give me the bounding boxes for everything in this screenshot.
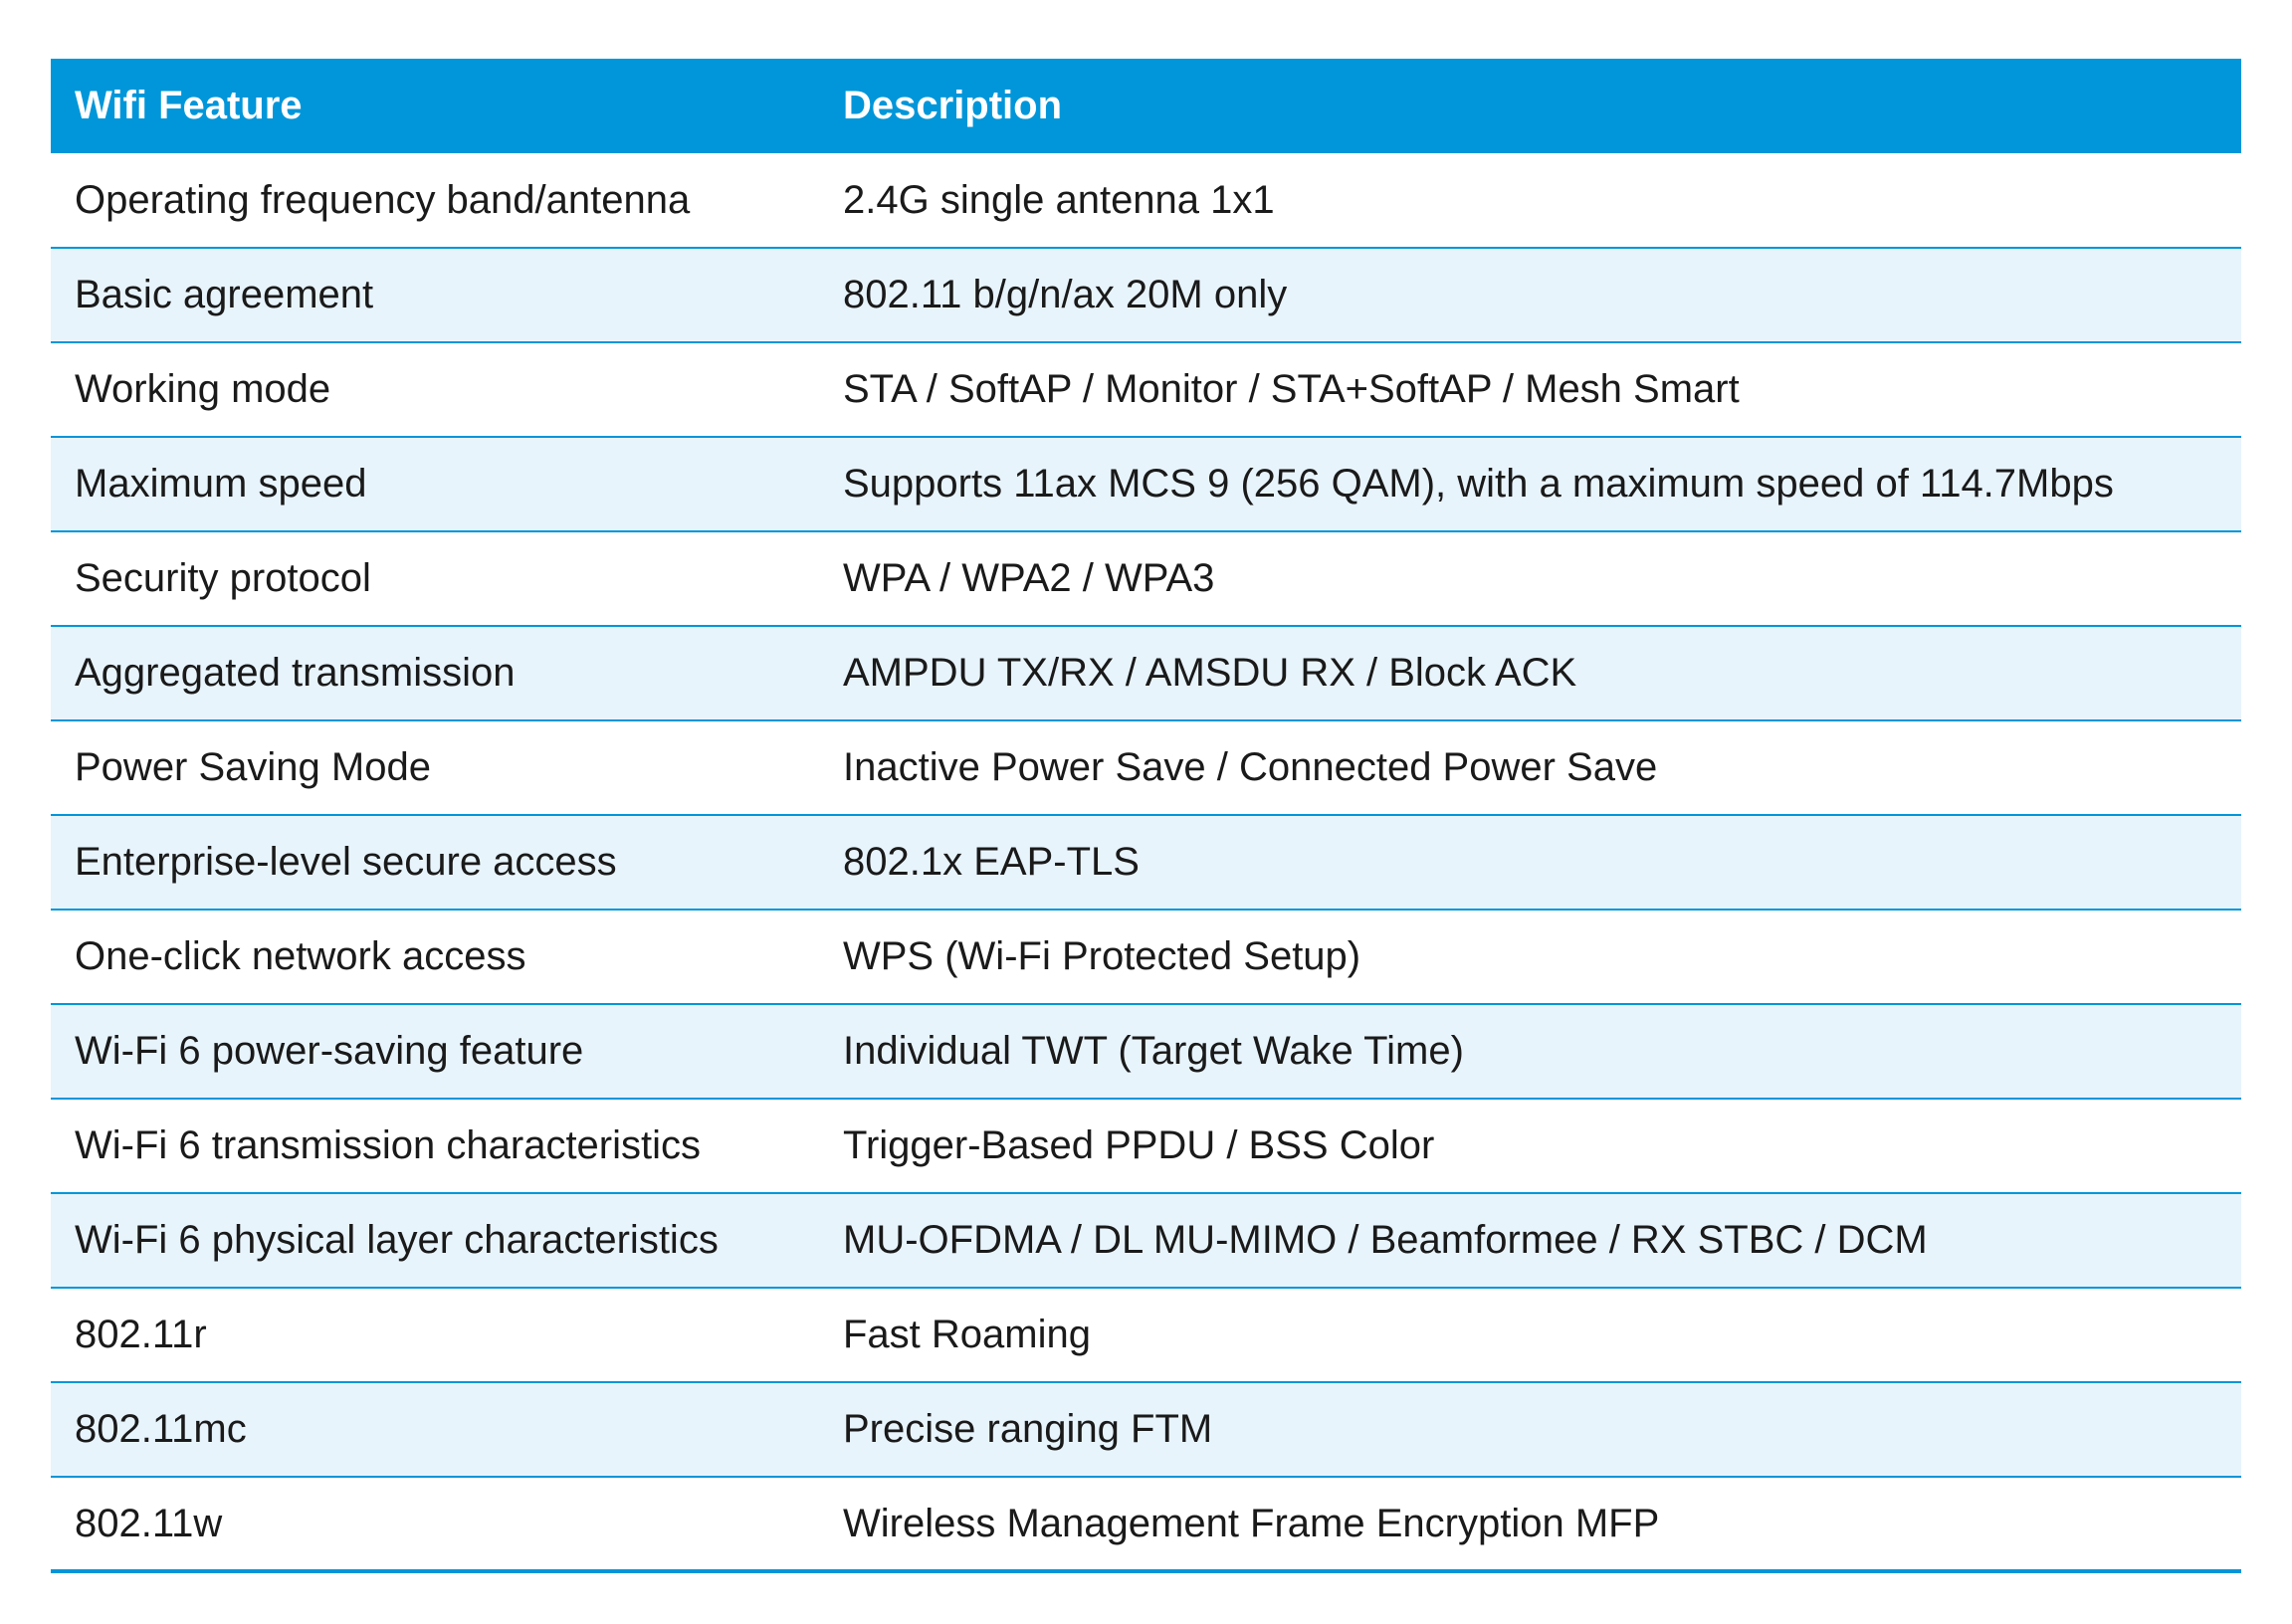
description-cell: 802.11 b/g/n/ax 20M only — [843, 273, 1288, 316]
table-row: Security protocol WPA / WPA2 / WPA3 — [51, 531, 2241, 626]
description-cell: Supports 11ax MCS 9 (256 QAM), with a ma… — [843, 462, 2114, 506]
description-cell: Fast Roaming — [843, 1313, 1091, 1356]
feature-cell: 802.11mc — [75, 1407, 247, 1451]
feature-cell: Security protocol — [75, 556, 371, 600]
description-cell: MU-OFDMA / DL MU-MIMO / Beamformee / RX … — [843, 1218, 1928, 1262]
description-cell: 802.1x EAP-TLS — [843, 840, 1140, 884]
description-cell: Wireless Management Frame Encryption MFP — [843, 1501, 1660, 1545]
description-cell: WPS (Wi-Fi Protected Setup) — [843, 934, 1361, 978]
feature-cell: 802.11w — [75, 1501, 223, 1545]
feature-cell: Aggregated transmission — [75, 651, 516, 695]
wifi-feature-table-container: Wifi Feature Description Operating frequ… — [51, 59, 2241, 1573]
description-cell: Precise ranging FTM — [843, 1407, 1213, 1451]
table-body: Operating frequency band/antenna 2.4G si… — [51, 153, 2241, 1571]
header-wifi-feature: Wifi Feature — [75, 84, 303, 127]
header-description: Description — [843, 84, 1063, 127]
table-row: Aggregated transmission AMPDU TX/RX / AM… — [51, 626, 2241, 720]
description-cell: Individual TWT (Target Wake Time) — [843, 1029, 1464, 1073]
feature-cell: 802.11r — [75, 1313, 207, 1356]
feature-cell: Maximum speed — [75, 462, 367, 506]
table-row: 802.11r Fast Roaming — [51, 1288, 2241, 1382]
feature-cell: Enterprise-level secure access — [75, 840, 617, 884]
header-row: Wifi Feature Description — [51, 59, 2241, 153]
feature-cell: Working mode — [75, 367, 331, 411]
feature-cell: Operating frequency band/antenna — [75, 177, 691, 222]
table-row: Basic agreement 802.11 b/g/n/ax 20M only — [51, 248, 2241, 342]
table-row: Maximum speed Supports 11ax MCS 9 (256 Q… — [51, 437, 2241, 531]
feature-cell: Wi-Fi 6 physical layer characteristics — [75, 1218, 719, 1262]
table-row: Wi-Fi 6 transmission characteristics Tri… — [51, 1099, 2241, 1193]
description-cell: Trigger-Based PPDU / BSS Color — [843, 1123, 1435, 1167]
table-row: Working mode STA / SoftAP / Monitor / ST… — [51, 342, 2241, 437]
table-row: Operating frequency band/antenna 2.4G si… — [51, 153, 2241, 248]
table-row: One-click network access WPS (Wi-Fi Prot… — [51, 910, 2241, 1004]
table-header: Wifi Feature Description — [51, 59, 2241, 153]
feature-cell: One-click network access — [75, 934, 526, 978]
description-cell: 2.4G single antenna 1x1 — [843, 177, 1275, 222]
table-row: 802.11mc Precise ranging FTM — [51, 1382, 2241, 1477]
feature-cell: Basic agreement — [75, 273, 374, 316]
feature-cell: Wi-Fi 6 power-saving feature — [75, 1029, 584, 1073]
table-row: Enterprise-level secure access 802.1x EA… — [51, 815, 2241, 910]
description-cell: STA / SoftAP / Monitor / STA+SoftAP / Me… — [843, 367, 1740, 411]
table-row: Wi-Fi 6 power-saving feature Individual … — [51, 1004, 2241, 1099]
table-row: Power Saving Mode Inactive Power Save / … — [51, 720, 2241, 815]
wifi-feature-table: Wifi Feature Description Operating frequ… — [51, 59, 2241, 1573]
feature-cell: Wi-Fi 6 transmission characteristics — [75, 1123, 702, 1167]
description-cell: AMPDU TX/RX / AMSDU RX / Block ACK — [843, 651, 1577, 695]
description-cell: Inactive Power Save / Connected Power Sa… — [843, 745, 1658, 789]
table-row: Wi-Fi 6 physical layer characteristics M… — [51, 1193, 2241, 1288]
table-row: 802.11w Wireless Management Frame Encryp… — [51, 1477, 2241, 1571]
feature-cell: Power Saving Mode — [75, 745, 431, 789]
description-cell: WPA / WPA2 / WPA3 — [843, 556, 1215, 600]
